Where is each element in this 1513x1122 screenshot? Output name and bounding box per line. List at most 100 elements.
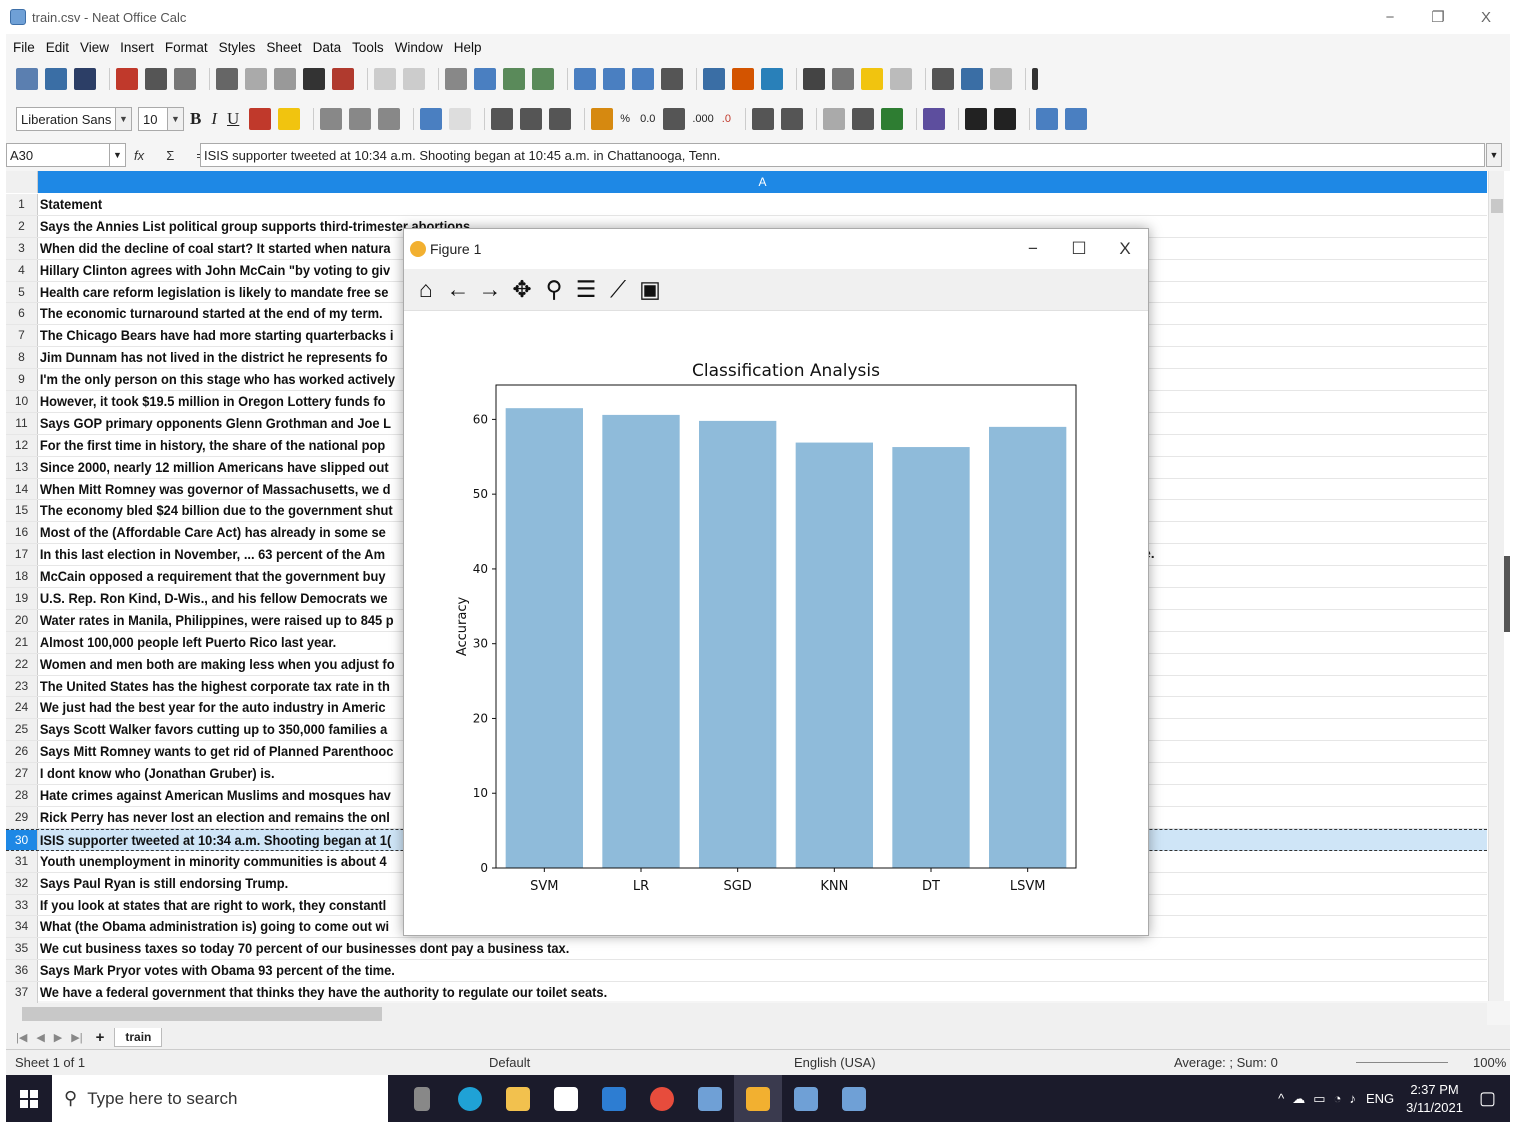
zoom-icon[interactable]: ⚲ bbox=[542, 276, 566, 303]
menu-data[interactable]: Data bbox=[313, 40, 342, 55]
paste-icon[interactable] bbox=[274, 68, 296, 90]
row-number[interactable]: 22 bbox=[6, 653, 38, 675]
clock[interactable]: 2:37 PM 3/11/2021 bbox=[1406, 1081, 1463, 1117]
wifi-icon[interactable]: ◔ bbox=[1334, 1091, 1342, 1106]
cell-a[interactable]: The United States has the highest corpor… bbox=[38, 676, 390, 697]
cut-icon[interactable] bbox=[216, 68, 238, 90]
hyperlink-icon[interactable] bbox=[832, 68, 854, 90]
cell-a[interactable]: If you look at states that are right to … bbox=[38, 895, 386, 916]
row-number[interactable]: 30 bbox=[6, 829, 38, 850]
save-figure-icon[interactable]: ▣ bbox=[638, 276, 662, 303]
add-sheet-button[interactable]: + bbox=[96, 1029, 105, 1046]
decrease-indent-icon[interactable] bbox=[780, 108, 803, 130]
border-style-icon[interactable] bbox=[851, 108, 874, 130]
wrap-text-icon[interactable] bbox=[420, 108, 443, 130]
calc-taskbar-icon-2[interactable] bbox=[782, 1075, 830, 1122]
row-number[interactable]: 6 bbox=[6, 303, 38, 325]
row-number[interactable]: 11 bbox=[6, 412, 38, 434]
chrome-icon[interactable] bbox=[638, 1075, 686, 1122]
cell-a[interactable]: In this last election in November, ... 6… bbox=[38, 544, 385, 565]
cell-a[interactable]: Says Scott Walker favors cutting up to 3… bbox=[38, 719, 387, 740]
taskbar-search[interactable]: ⚲ Type here to search bbox=[52, 1075, 388, 1122]
menu-insert[interactable]: Insert bbox=[120, 40, 154, 55]
figure-close-button[interactable]: X bbox=[1102, 229, 1148, 269]
sum-button[interactable]: Σ bbox=[166, 148, 174, 163]
cell-a[interactable]: Says Mark Pryor votes with Obama 93 perc… bbox=[38, 960, 395, 981]
bold-button[interactable]: B bbox=[190, 109, 201, 129]
menu-window[interactable]: Window bbox=[395, 40, 443, 55]
row-number[interactable]: 18 bbox=[6, 566, 38, 588]
find-replace-icon[interactable] bbox=[445, 68, 467, 90]
pivot-table-icon[interactable] bbox=[761, 68, 783, 90]
text-direction-icon[interactable] bbox=[993, 108, 1016, 130]
volume-icon[interactable]: ♪ bbox=[1349, 1091, 1356, 1106]
sort-icon[interactable] bbox=[574, 68, 596, 90]
row-number[interactable]: 32 bbox=[6, 872, 38, 894]
prev-sheet-icon[interactable]: ◀ bbox=[36, 1032, 44, 1044]
name-box[interactable]: A30 ▼ bbox=[6, 143, 126, 167]
font-color-icon[interactable] bbox=[249, 108, 272, 130]
cell-a[interactable]: The economy bled $24 billion due to the … bbox=[38, 500, 393, 521]
horizontal-scrollbar[interactable] bbox=[6, 1003, 1487, 1025]
font-size-select[interactable]: 10 bbox=[138, 107, 168, 131]
first-sheet-icon[interactable]: |◀ bbox=[16, 1032, 27, 1044]
cell-a[interactable]: Almost 100,000 people left Puerto Rico l… bbox=[38, 632, 336, 653]
function-wizard-button[interactable]: fx bbox=[134, 148, 144, 163]
delete-decimal-button[interactable]: .0 bbox=[722, 113, 731, 125]
last-sheet-icon[interactable]: ▶| bbox=[71, 1032, 82, 1044]
menu-format[interactable]: Format bbox=[165, 40, 208, 55]
align-bottom-icon[interactable] bbox=[549, 108, 572, 130]
cell-a[interactable]: Statement bbox=[38, 194, 102, 215]
spelling-icon[interactable] bbox=[474, 68, 496, 90]
export-pdf-icon[interactable] bbox=[116, 68, 138, 90]
column-a-header[interactable]: A bbox=[38, 171, 1487, 193]
sort-ascending-icon[interactable] bbox=[603, 68, 625, 90]
row-number[interactable]: 33 bbox=[6, 894, 38, 916]
border-color-icon[interactable] bbox=[880, 108, 903, 130]
borders-icon[interactable] bbox=[822, 108, 845, 130]
cell-a[interactable]: Jim Dunnam has not lived in the district… bbox=[38, 347, 388, 368]
row-number[interactable]: 26 bbox=[6, 741, 38, 763]
pan-icon[interactable]: ✥ bbox=[510, 276, 534, 303]
store-icon[interactable] bbox=[542, 1075, 590, 1122]
cell-a[interactable]: We have a federal government that thinks… bbox=[38, 982, 607, 1003]
cell-a[interactable]: Says GOP primary opponents Glenn Grothma… bbox=[38, 413, 391, 434]
row-number[interactable]: 9 bbox=[6, 369, 38, 391]
language-indicator[interactable]: ENG bbox=[1366, 1091, 1394, 1106]
split-window-icon[interactable] bbox=[990, 68, 1012, 90]
row-number[interactable]: 23 bbox=[6, 675, 38, 697]
cell-a[interactable]: McCain opposed a requirement that the go… bbox=[38, 566, 386, 587]
define-print-area-icon[interactable] bbox=[932, 68, 954, 90]
redo-icon[interactable] bbox=[403, 68, 425, 90]
cell-a[interactable]: ISIS supporter tweeted at 10:34 a.m. Sho… bbox=[38, 830, 391, 850]
edge-icon[interactable] bbox=[446, 1075, 494, 1122]
cell-a[interactable]: Women and men both are making less when … bbox=[38, 654, 395, 675]
underline-button[interactable]: U bbox=[227, 109, 239, 129]
menu-sheet[interactable]: Sheet bbox=[266, 40, 301, 55]
font-name-dropdown[interactable]: ▼ bbox=[116, 107, 132, 131]
zoom-level[interactable]: 100% bbox=[1473, 1055, 1506, 1070]
figure-maximize-button[interactable]: ☐ bbox=[1056, 229, 1102, 269]
mail-icon[interactable] bbox=[590, 1075, 638, 1122]
row-icon[interactable] bbox=[503, 68, 525, 90]
percent-format-button[interactable]: % bbox=[620, 113, 630, 125]
row-number[interactable]: 3 bbox=[6, 237, 38, 259]
row-number[interactable]: 5 bbox=[6, 281, 38, 303]
row-number[interactable]: 19 bbox=[6, 588, 38, 609]
row-number[interactable]: 12 bbox=[6, 434, 38, 456]
forward-arrow-icon[interactable]: → bbox=[478, 276, 502, 303]
conditional-format-icon[interactable] bbox=[922, 108, 945, 130]
notification-icon[interactable]: ▢ bbox=[1479, 1088, 1496, 1109]
row-number[interactable]: 8 bbox=[6, 347, 38, 369]
text-box-icon[interactable] bbox=[1035, 108, 1058, 130]
show-formatting-marks-icon[interactable] bbox=[964, 108, 987, 130]
sidebar-handle[interactable] bbox=[1504, 556, 1510, 632]
sort-text-icon[interactable] bbox=[1064, 108, 1087, 130]
cell-a[interactable]: Since 2000, nearly 12 million Americans … bbox=[38, 457, 389, 478]
file-explorer-icon[interactable] bbox=[494, 1075, 542, 1122]
cell-a[interactable]: Rick Perry has never lost an election an… bbox=[38, 807, 390, 828]
row-number[interactable]: 36 bbox=[6, 960, 38, 982]
highlight-color-icon[interactable] bbox=[278, 108, 301, 130]
cell-a[interactable]: When Mitt Romney was governor of Massach… bbox=[38, 479, 391, 500]
save-icon[interactable] bbox=[74, 68, 96, 90]
